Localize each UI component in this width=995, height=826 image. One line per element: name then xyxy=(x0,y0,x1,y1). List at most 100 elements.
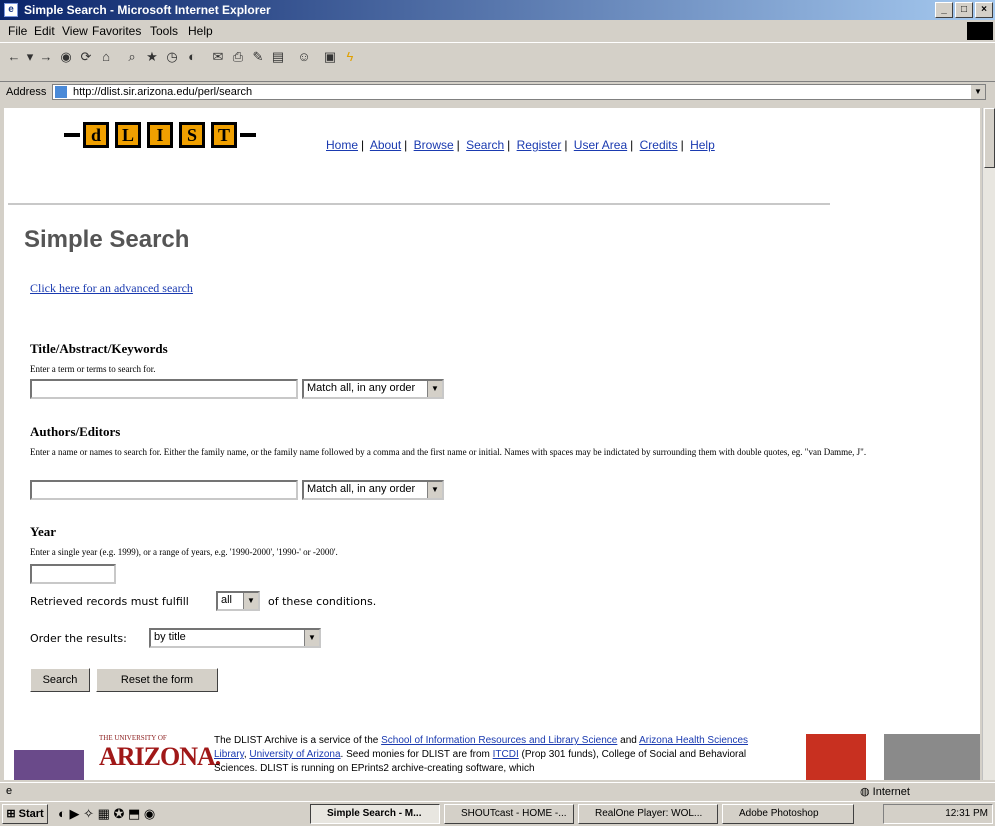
stop-icon[interactable]: ◉ xyxy=(58,49,74,65)
start-button[interactable]: ⊞ Start xyxy=(2,804,48,824)
menu-edit[interactable]: Edit xyxy=(34,24,55,38)
status-ie-icon: e xyxy=(6,785,13,797)
maximize-button[interactable]: □ xyxy=(955,2,973,18)
media-icon[interactable]: ◐ xyxy=(184,49,200,65)
site-nav: Home | About | Browse | Search | Register | U… xyxy=(326,138,715,152)
task-photoshop[interactable]: Adobe Photoshop xyxy=(722,804,854,824)
windows-logo-icon xyxy=(967,22,993,40)
itcdi-link[interactable]: ITCDI xyxy=(493,749,519,760)
close-button[interactable]: × xyxy=(975,2,993,18)
logo-letter: S xyxy=(179,122,205,148)
refresh-icon[interactable]: ⟳ xyxy=(78,49,94,65)
menubar: File Edit View Favorites Tools Help xyxy=(0,22,995,40)
mail-icon[interactable]: ✉ xyxy=(210,49,226,65)
menu-tools[interactable]: Tools xyxy=(150,24,178,38)
chevron-down-icon[interactable]: ▼ xyxy=(971,85,985,99)
nav-about-link[interactable]: About xyxy=(370,138,401,152)
task-realone[interactable]: RealOne Player: WOL... xyxy=(578,804,718,824)
title-match-select[interactable]: Match all, in any order ▼ xyxy=(302,379,444,399)
eprints-image[interactable] xyxy=(884,734,980,780)
menu-help[interactable]: Help xyxy=(188,24,213,38)
dlist-logo[interactable]: d L I S T xyxy=(64,116,256,154)
nav-browse-link[interactable]: Browse xyxy=(414,138,454,152)
page-footer: THE UNIVERSITY OF ARIZONA. The DLIST Arc… xyxy=(4,720,980,780)
edit-icon[interactable]: ✎ xyxy=(250,49,266,65)
clock[interactable]: 12:31 PM xyxy=(945,808,988,819)
chevron-down-icon: ▼ xyxy=(243,593,258,609)
home-icon[interactable]: ⌂ xyxy=(98,49,114,65)
year-help: Enter a single year (e.g. 1999), or a ra… xyxy=(30,547,338,557)
advanced-search-link[interactable]: Click here for an advanced search xyxy=(30,281,193,296)
chevron-down-icon: ▼ xyxy=(304,630,319,646)
order-label: Order the results: xyxy=(30,632,127,645)
system-tray: 12:31 PM xyxy=(883,804,993,824)
logo-letter: T xyxy=(211,122,237,148)
sponsor-image[interactable] xyxy=(806,734,866,780)
winamp-icon[interactable]: ϟ xyxy=(342,49,358,65)
print-icon[interactable]: ⎙ xyxy=(230,49,246,65)
address-bar: Address http://dlist.sir.arizona.edu/per… xyxy=(0,82,995,104)
conditions-prefix: Retrieved records must fulfill xyxy=(30,595,189,608)
task-simple-search[interactable]: Simple Search - M... xyxy=(310,804,440,824)
window-title: Simple Search - Microsoft Internet Explo… xyxy=(24,3,271,17)
vertical-scrollbar[interactable] xyxy=(982,108,995,780)
authors-match-select[interactable]: Match all, in any order ▼ xyxy=(302,480,444,500)
order-value: by title xyxy=(154,631,186,643)
taskbar: ⊞ Start ◐ ▶ ✧ ▦ ✪ ⬒ ◉ Simple Search - M.… xyxy=(0,801,995,826)
order-select[interactable]: by title ▼ xyxy=(149,628,321,648)
page-viewport: d L I S T Home | About | Browse | Search | R… xyxy=(4,108,980,780)
conditions-value: all xyxy=(221,594,233,606)
messenger-icon[interactable]: ☺ xyxy=(296,49,312,65)
address-label: Address xyxy=(6,86,47,98)
year-input[interactable] xyxy=(30,564,116,584)
back-icon[interactable]: ← xyxy=(6,49,22,65)
status-zone: ◍ Internet xyxy=(860,786,910,798)
scrollbar-thumb[interactable] xyxy=(984,108,995,168)
menu-favorites[interactable]: Favorites xyxy=(92,24,141,38)
menu-file[interactable]: File xyxy=(8,24,27,38)
history-icon[interactable]: ◷ xyxy=(164,49,180,65)
authors-help: Enter a name or names to search for. Eit… xyxy=(30,447,867,457)
title-keywords-heading: Title/Abstract/Keywords xyxy=(30,341,168,356)
page-icon xyxy=(55,86,67,98)
page-title: Simple Search xyxy=(24,226,190,253)
authors-input[interactable] xyxy=(30,480,298,500)
back-dropdown-icon[interactable]: ▾ xyxy=(22,49,38,65)
nav-home-link[interactable]: Home xyxy=(326,138,358,152)
task-shoutcast[interactable]: SHOUTcast - HOME -... xyxy=(444,804,574,824)
favorites-icon[interactable]: ★ xyxy=(144,49,160,65)
authors-heading: Authors/Editors xyxy=(30,424,121,439)
quicklaunch-icons[interactable]: ◐ ▶ ✧ ▦ ✪ ⬒ ◉ xyxy=(58,806,155,822)
window-titlebar[interactable]: e Simple Search - Microsoft Internet Exp… xyxy=(0,0,995,20)
discuss-icon[interactable]: ▤ xyxy=(270,49,286,65)
logo-letter: L xyxy=(115,122,141,148)
reset-button[interactable]: Reset the form xyxy=(96,668,218,692)
search-button[interactable]: Search xyxy=(30,668,90,692)
title-keywords-help: Enter a term or terms to search for. xyxy=(30,364,156,374)
nav-credits-link[interactable]: Credits xyxy=(640,138,678,152)
conditions-suffix: of these conditions. xyxy=(268,595,377,608)
nav-help-link[interactable]: Help xyxy=(690,138,715,152)
menu-view[interactable]: View xyxy=(62,24,88,38)
footer-text: The DLIST Archive is a service of the Sc… xyxy=(214,735,749,774)
conditions-select[interactable]: all ▼ xyxy=(216,591,260,611)
nav-search-link[interactable]: Search xyxy=(466,138,504,152)
sirls-link[interactable]: School of Information Resources and Libr… xyxy=(381,735,617,746)
address-url: http://dlist.sir.arizona.edu/perl/search xyxy=(73,86,253,98)
logo-letter: d xyxy=(83,122,109,148)
university-of-arizona-logo[interactable]: THE UNIVERSITY OF ARIZONA. xyxy=(99,734,221,772)
chevron-down-icon: ▼ xyxy=(427,482,442,498)
address-input[interactable]: http://dlist.sir.arizona.edu/perl/search… xyxy=(52,84,986,100)
sirls-logo[interactable] xyxy=(14,750,84,780)
forward-icon[interactable]: → xyxy=(38,49,54,65)
browser-toolbar: ← ▾ → ◉ ⟳ ⌂ ⌕ ★ ◷ ◐ ✉ ⎙ ✎ ▤ ☺ ▣ ϟ xyxy=(0,42,995,82)
search-icon[interactable]: ⌕ xyxy=(124,49,140,65)
title-keywords-input[interactable] xyxy=(30,379,298,399)
uaz-link[interactable]: University of Arizona xyxy=(249,749,340,760)
research-icon[interactable]: ▣ xyxy=(322,49,338,65)
header-divider xyxy=(8,203,830,205)
chevron-down-icon: ▼ xyxy=(427,381,442,397)
nav-register-link[interactable]: Register xyxy=(517,138,562,152)
minimize-button[interactable]: _ xyxy=(935,2,953,18)
nav-user-area-link[interactable]: User Area xyxy=(574,138,627,152)
